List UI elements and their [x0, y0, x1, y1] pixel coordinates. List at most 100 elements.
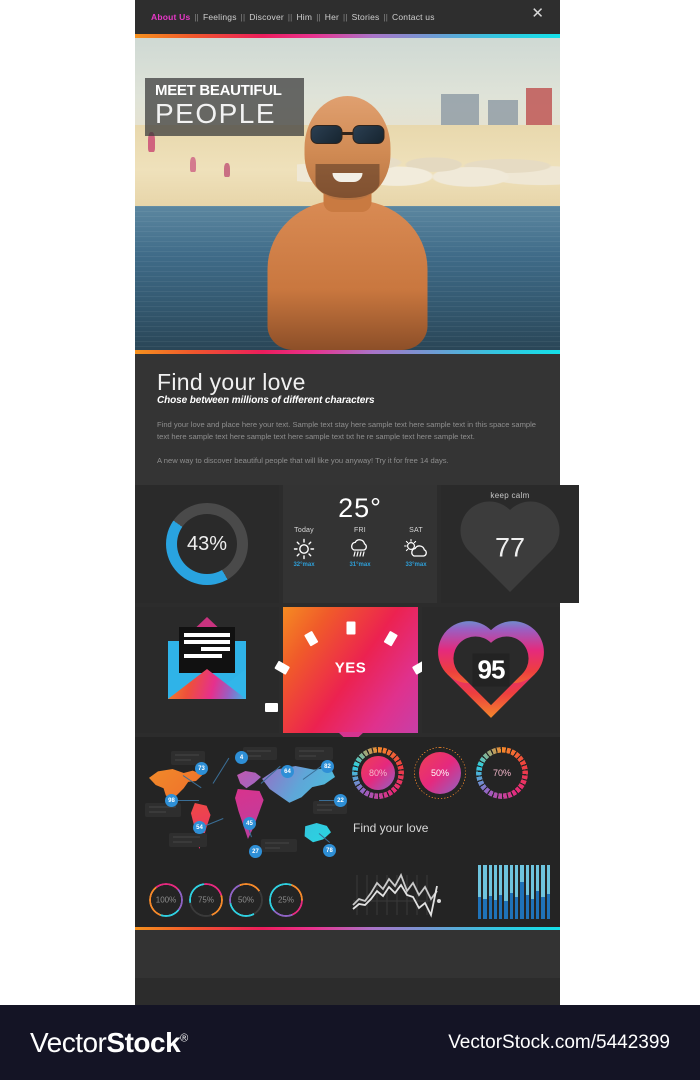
bar — [499, 865, 503, 920]
world-map[interactable]: 73 4 64 82 98 22 54 45 27 78 — [143, 745, 348, 859]
map-marker[interactable]: 45 — [243, 817, 256, 831]
watermark-url: VectorStock.com/5442399 — [448, 1031, 670, 1053]
map-connector — [212, 757, 230, 784]
envelope-letter — [179, 627, 235, 674]
nav-separator: || — [194, 13, 199, 22]
donut-core: 50% — [419, 752, 461, 795]
portrait-smile — [332, 173, 363, 182]
body-paragraph-2: A new way to discover beautiful people t… — [157, 455, 449, 465]
progress-ring-50[interactable]: 50% — [229, 883, 263, 918]
bar — [536, 865, 540, 920]
page-subtitle: Chose between millions of different char… — [157, 395, 375, 407]
percent-dial-value: 43% — [186, 532, 228, 555]
donut-core: 70% — [485, 756, 519, 790]
map-marker[interactable]: 98 — [165, 794, 178, 808]
infographic-section-title: Find your love — [353, 821, 429, 836]
map-marker[interactable]: 4 — [235, 751, 248, 765]
map-marker[interactable]: 64 — [281, 765, 294, 779]
bar — [530, 865, 535, 920]
letter-line — [201, 647, 230, 652]
forecast-day: SAT 33°max — [395, 527, 437, 568]
nav-item-discover[interactable]: Discover — [249, 12, 284, 22]
gradient-heart-icon: 95 — [439, 622, 543, 718]
page-title: Find your love — [157, 369, 306, 395]
yes-label: YES — [334, 659, 367, 676]
nav-item-stories[interactable]: Stories — [352, 12, 380, 22]
nav-separator: || — [383, 13, 389, 22]
weather-widget[interactable]: 25° Today 32°max FRI 31°max SAT 33°max — [283, 485, 437, 604]
percent-dial-widget[interactable]: 43% — [135, 485, 279, 604]
progress-ring-25[interactable]: 25% — [269, 883, 303, 918]
donut-chart-80[interactable]: 80% — [352, 747, 404, 800]
sunglasses-lens-right — [352, 125, 385, 144]
heart-score-value: 95 — [472, 653, 510, 687]
sunglasses-lens-left — [310, 125, 343, 144]
nav-item-about-us[interactable]: About Us — [151, 12, 190, 22]
bar — [478, 865, 482, 920]
sunglasses-bridge — [342, 132, 353, 135]
map-marker[interactable]: 78 — [323, 844, 336, 858]
progress-ring-75[interactable]: 75% — [189, 883, 223, 918]
nav-item-feelings[interactable]: Feelings — [203, 12, 237, 22]
forecast-max-temp: 33°max — [405, 562, 427, 569]
forecast-max-temp: 31°max — [349, 562, 371, 569]
donut-value: 80% — [368, 768, 387, 779]
map-tooltip — [295, 747, 333, 761]
map-marker[interactable]: 54 — [193, 821, 206, 835]
bar — [514, 865, 519, 920]
ring-value: 100% — [155, 895, 177, 905]
heart-counter-widget[interactable]: keep calm 77 — [441, 485, 579, 604]
widget-row-actions: YES 95 — [135, 607, 560, 793]
nav-separator: || — [287, 13, 293, 22]
body-paragraph-1: Find your love and place here your text.… — [157, 420, 537, 442]
ring-value: 25% — [277, 895, 294, 905]
nav-item-her[interactable]: Her — [325, 12, 339, 22]
infographic-panel: 73 4 64 82 98 22 54 45 27 78 80% 50% 70%… — [135, 737, 560, 928]
nav-separator: || — [343, 13, 348, 22]
donut-chart-50[interactable]: 50% — [414, 747, 466, 800]
navigation-bar: About Us || Feelings || Discover || Him … — [135, 0, 560, 34]
map-tooltip — [243, 747, 277, 761]
widget-row-stats: 43% 25° Today 32°max FRI 31°max SAT 33°m… — [135, 485, 579, 604]
line-chart[interactable] — [351, 871, 443, 919]
map-marker[interactable]: 73 — [195, 762, 208, 776]
yes-button-widget[interactable]: YES — [264, 607, 437, 793]
forecast-day: Today 32°max — [283, 527, 325, 568]
ring-value: 50% — [237, 895, 254, 905]
map-marker[interactable]: 27 — [249, 845, 262, 859]
nav-links: About Us || Feelings || Discover || Him … — [135, 12, 435, 22]
bar — [546, 865, 550, 920]
donut-chart-70[interactable]: 70% — [476, 747, 528, 800]
nav-item-contact-us[interactable]: Contact us — [392, 12, 435, 22]
forecast-day-label: Today — [294, 527, 314, 535]
heart-counter-label: keep calm — [490, 491, 530, 501]
forecast-day-label: SAT — [409, 527, 423, 535]
bar — [504, 865, 508, 920]
bar-chart[interactable] — [478, 865, 550, 920]
mail-widget[interactable] — [135, 607, 279, 734]
forecast-day-label: FRI — [354, 527, 366, 535]
bar — [493, 865, 498, 920]
envelope-icon — [168, 617, 246, 700]
letter-line — [184, 633, 230, 638]
donut-value: 50% — [430, 768, 449, 779]
forecast-day: FRI 31°max — [339, 527, 381, 568]
hero-headline-line1: MEET BEAUTIFUL — [155, 82, 282, 99]
hero-banner: MEET BEAUTIFUL PEOPLE — [135, 38, 560, 350]
donut-chart-group: 80% 50% 70% — [352, 745, 552, 801]
progress-ring-100[interactable]: 100% — [149, 883, 183, 918]
map-marker[interactable]: 22 — [334, 794, 347, 808]
bar — [541, 865, 545, 920]
heart-score-widget[interactable]: 95 — [422, 607, 560, 734]
hero-headline-badge: MEET BEAUTIFUL PEOPLE — [145, 78, 304, 137]
nav-item-him[interactable]: Him — [296, 12, 312, 22]
map-tooltip — [169, 833, 207, 848]
bar — [488, 865, 492, 920]
close-icon[interactable]: ✕ — [531, 6, 544, 21]
intro-copy-section: Find your love Chose between millions of… — [135, 354, 560, 486]
rain-cloud-icon — [339, 536, 381, 562]
map-connector — [177, 800, 199, 802]
sun-icon — [283, 536, 325, 562]
map-marker[interactable]: 82 — [321, 760, 334, 774]
bar — [520, 865, 524, 920]
